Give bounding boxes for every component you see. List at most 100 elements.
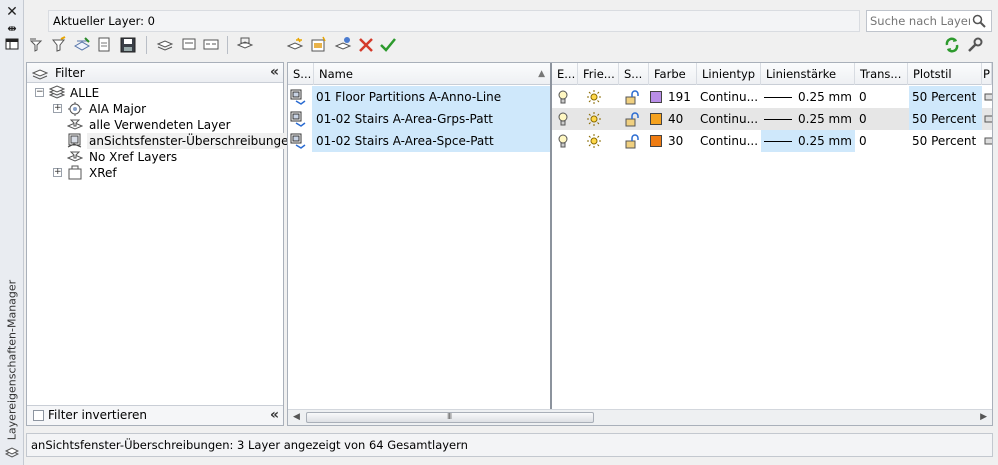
- layer-name[interactable]: 01-02 Stairs A-Area-Grps-Patt: [312, 108, 550, 130]
- lineweight-line: [764, 97, 792, 98]
- collapse-panel-icon[interactable]: «: [270, 64, 279, 80]
- lineweight-cell[interactable]: 0.25 mm: [761, 130, 855, 152]
- transparency-value[interactable]: 0: [859, 108, 899, 130]
- new-group-filter-icon[interactable]: [50, 36, 68, 54]
- xref-icon: [68, 165, 82, 180]
- column-plot[interactable]: P: [982, 63, 992, 85]
- transparency-value[interactable]: 0: [859, 86, 899, 108]
- filter-icon: [32, 69, 48, 80]
- column-linetype[interactable]: Linientyp: [697, 63, 761, 85]
- color-value[interactable]: 40: [668, 108, 696, 130]
- unlock-icon[interactable]: [624, 111, 640, 127]
- column-plotstyle[interactable]: Plotstil: [908, 63, 982, 85]
- filter-footer: Filter invertieren «: [27, 405, 283, 425]
- frozen-column-divider[interactable]: [550, 63, 552, 409]
- column-freeze[interactable]: Frie...: [578, 63, 619, 85]
- linetype-value[interactable]: Continu...: [700, 108, 758, 130]
- new-vp-layer-icon[interactable]: [310, 36, 328, 54]
- printer-icon[interactable]: [984, 89, 993, 105]
- layer-state-icon[interactable]: [96, 36, 114, 54]
- search-input[interactable]: [870, 11, 970, 31]
- filter-header: Filter «: [27, 63, 283, 83]
- unlock-icon[interactable]: [624, 133, 640, 149]
- linetype-value[interactable]: Continu...: [700, 86, 758, 108]
- new-layer-icon[interactable]: [156, 36, 174, 54]
- sun-icon[interactable]: [586, 111, 602, 127]
- expand-toggle[interactable]: +: [53, 104, 62, 113]
- property-filter-icon: [67, 119, 83, 130]
- layer-states-icon[interactable]: [202, 36, 220, 54]
- color-value[interactable]: 191: [668, 86, 696, 108]
- new-layer-icon[interactable]: [286, 36, 304, 54]
- filter-item-viewport-overrides[interactable]: anSichtsfenster-Überschreibungen: [67, 133, 299, 149]
- delete-layer-icon[interactable]: [357, 36, 375, 54]
- filter-item-xref[interactable]: + XRef: [53, 165, 283, 181]
- layer-name[interactable]: 01 Floor Partitions A-Anno-Line: [312, 86, 550, 108]
- expand-toggle[interactable]: +: [53, 168, 62, 177]
- unlock-icon[interactable]: [624, 89, 640, 105]
- table-row[interactable]: 01-02 Stairs A-Area-Spce-Patt 30 Continu…: [288, 130, 992, 152]
- properties-icon[interactable]: [3, 38, 21, 54]
- linetype-value[interactable]: Continu...: [700, 130, 758, 152]
- color-swatch[interactable]: [650, 135, 662, 147]
- collapse-toggle[interactable]: −: [35, 88, 44, 97]
- set-current-icon[interactable]: [379, 36, 397, 54]
- printer-icon[interactable]: [984, 111, 993, 127]
- palette-title-bar[interactable]: ✕ ⇹ Layereigenschaften-Manager: [0, 0, 24, 465]
- new-property-filter-icon[interactable]: [28, 36, 46, 54]
- filter-item-no-xref[interactable]: No Xref Layers: [67, 149, 283, 165]
- refresh-icon[interactable]: [943, 36, 961, 54]
- save-icon[interactable]: [119, 36, 137, 54]
- layer-name[interactable]: 01-02 Stairs A-Area-Spce-Patt: [312, 130, 550, 152]
- layers-stack-icon: [49, 85, 65, 99]
- lineweight-value[interactable]: 0.25 mm: [798, 108, 853, 130]
- printer-icon[interactable]: [984, 133, 993, 149]
- lightbulb-icon[interactable]: [555, 89, 571, 105]
- color-swatch[interactable]: [650, 91, 662, 103]
- lightbulb-icon[interactable]: [555, 111, 571, 127]
- filter-item-used-layers[interactable]: alle Verwendeten Layer: [67, 117, 283, 133]
- column-transparency[interactable]: Trans...: [855, 63, 908, 85]
- column-lock[interactable]: S...: [619, 63, 649, 85]
- column-lineweight[interactable]: Linienstärke: [761, 63, 855, 85]
- plotstyle-value[interactable]: 50 Percent: [909, 130, 982, 152]
- column-color[interactable]: Farbe: [649, 63, 697, 85]
- collapse-panel-icon[interactable]: «: [270, 407, 279, 423]
- settings-icon[interactable]: [966, 36, 984, 54]
- column-on[interactable]: E...: [552, 63, 578, 85]
- lightbulb-icon[interactable]: [555, 133, 571, 149]
- color-swatch[interactable]: [650, 113, 662, 125]
- invert-filter-checkbox[interactable]: [33, 410, 44, 421]
- filter-item-label: No Xref Layers: [89, 150, 178, 164]
- filter-item-label: AIA Major: [89, 102, 147, 116]
- column-status[interactable]: S...: [288, 63, 314, 85]
- filter-item-alle[interactable]: − ALLE: [35, 85, 275, 101]
- plotstyle-value[interactable]: 50 Percent: [909, 86, 982, 108]
- scroll-left-icon[interactable]: ◀: [293, 412, 300, 422]
- plotstyle-value[interactable]: 50 Percent: [909, 108, 982, 130]
- invert-filter-label[interactable]: Filter invertieren: [48, 408, 147, 422]
- sun-icon[interactable]: [586, 89, 602, 105]
- lineweight-value[interactable]: 0.25 mm: [798, 86, 853, 108]
- sun-icon[interactable]: [586, 133, 602, 149]
- autohide-icon[interactable]: ⇹: [3, 21, 21, 37]
- vp-freeze-icon[interactable]: [236, 36, 254, 54]
- scroll-right-icon[interactable]: ▶: [980, 412, 987, 422]
- color-value[interactable]: 30: [668, 130, 696, 152]
- table-row[interactable]: 01 Floor Partitions A-Anno-Line 191 Cont…: [288, 86, 992, 108]
- layer-states-manager-icon[interactable]: [73, 36, 91, 54]
- close-icon[interactable]: ✕: [3, 4, 21, 20]
- search-field[interactable]: [866, 10, 992, 32]
- filter-item-aia-major[interactable]: + AIA Major: [53, 101, 283, 117]
- lineweight-line: [764, 119, 792, 120]
- column-name[interactable]: Name ▲: [314, 63, 551, 85]
- transparency-value[interactable]: 0: [859, 130, 899, 152]
- horizontal-scrollbar[interactable]: ◀ III ▶: [288, 409, 992, 425]
- filter-header-label: Filter: [55, 66, 85, 80]
- unreconciled-icon[interactable]: [334, 36, 352, 54]
- table-row[interactable]: 01-02 Stairs A-Area-Grps-Patt 40 Continu…: [288, 108, 992, 130]
- search-icon[interactable]: [971, 13, 987, 29]
- new-layer-vp-frozen-icon[interactable]: [180, 36, 198, 54]
- scroll-thumb[interactable]: III: [306, 412, 594, 423]
- filter-tree-panel: Filter « − ALLE + AIA Major alle Verwend…: [26, 62, 299, 426]
